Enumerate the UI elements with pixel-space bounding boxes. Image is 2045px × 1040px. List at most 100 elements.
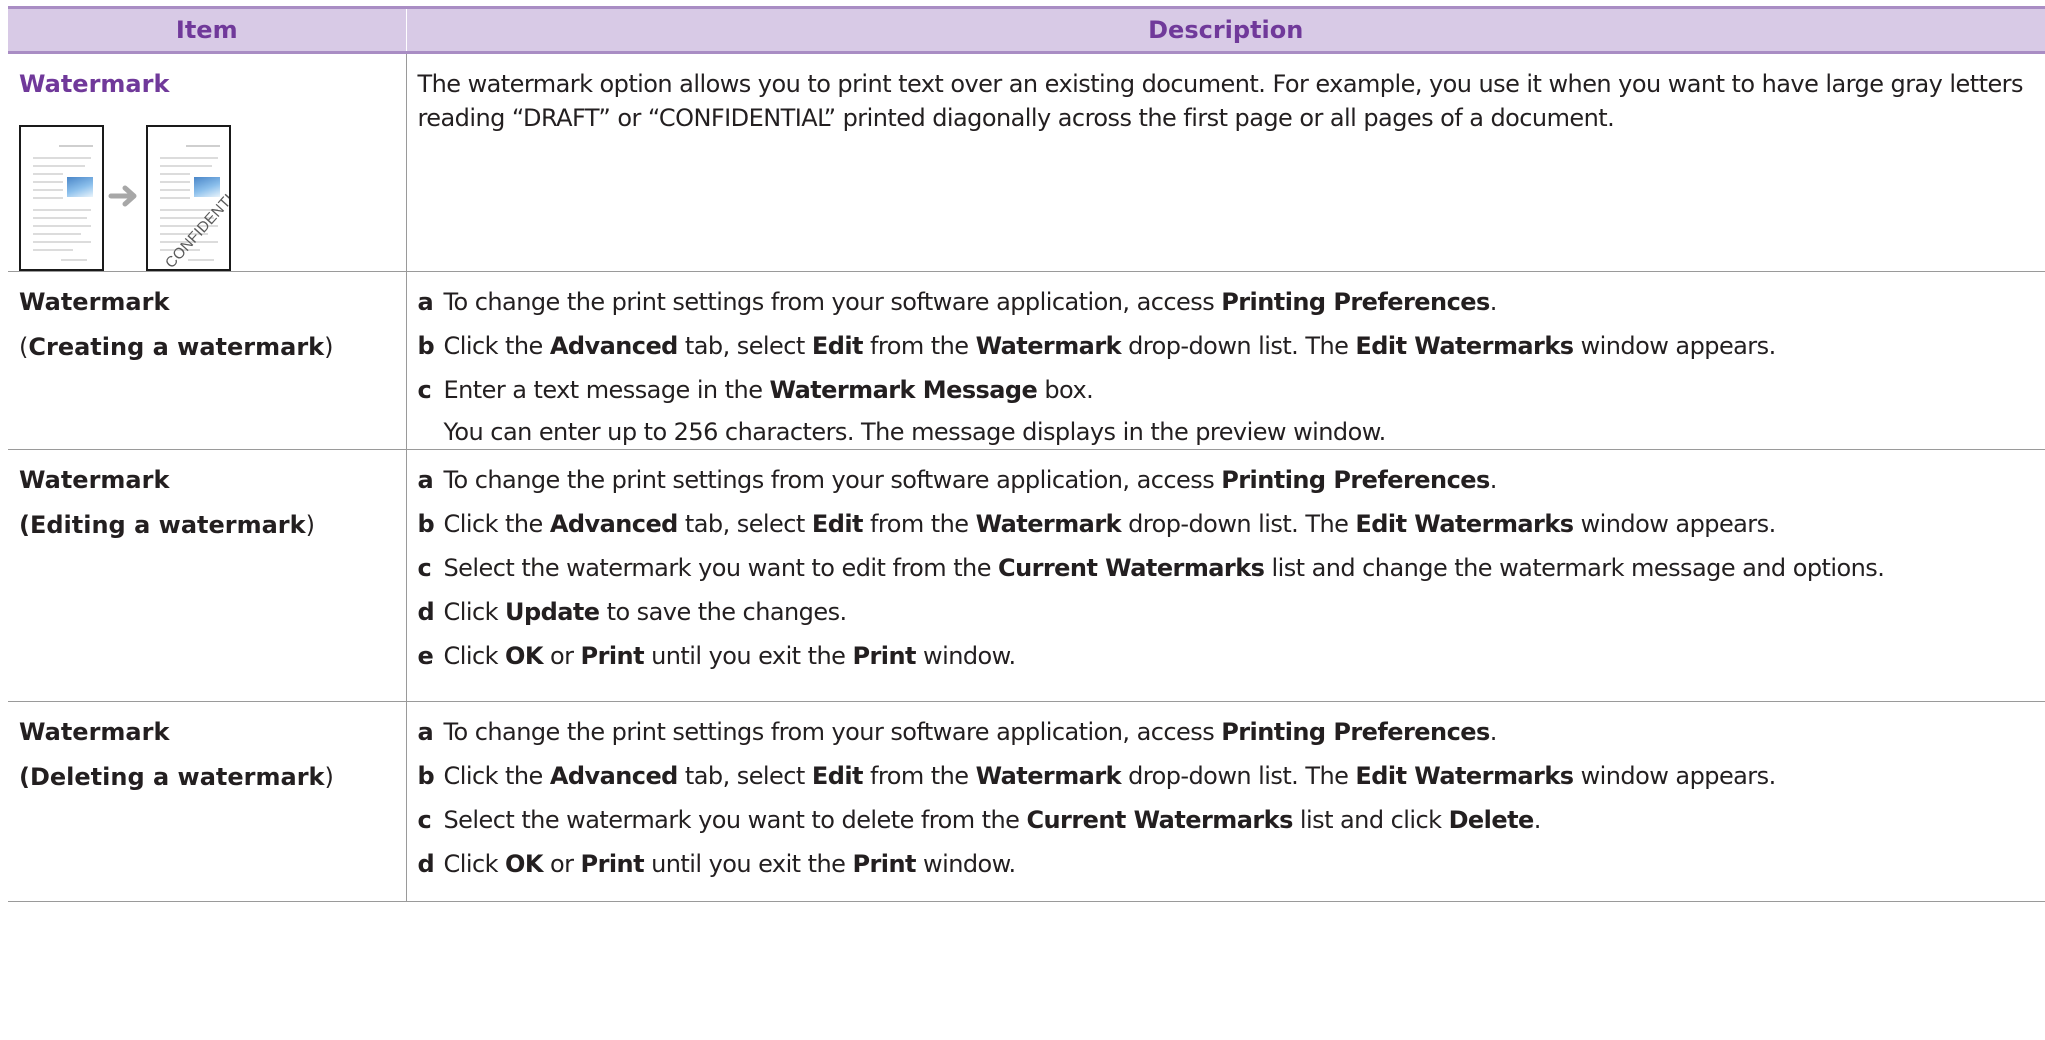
step-letter: a (417, 466, 434, 494)
step-text-run: Click the (443, 762, 550, 790)
arrow-right-icon (108, 185, 137, 207)
step-text-run: window appears. (1573, 332, 1777, 360)
item-title-editing: Watermark (19, 466, 170, 494)
step-text-run: list and click (1292, 806, 1449, 834)
step-text-run: Click (443, 598, 506, 626)
step-text: Click the Advanced tab, select Edit from… (444, 507, 2032, 541)
step-text: Click the Advanced tab, select Edit from… (444, 329, 2032, 363)
step-text: Click Update to save the changes. (444, 595, 2032, 629)
step-text-run: window appears. (1573, 510, 1777, 538)
step-text: To change the print settings from your s… (444, 463, 2032, 497)
step-text-run: or (542, 850, 581, 878)
step-emphasis: Watermark (975, 762, 1122, 790)
step-emphasis: Update (505, 598, 600, 626)
item-subtitle-editing: (Editing a watermark) (19, 508, 406, 542)
watermarked-page-image: CONFIDENTIAL (146, 125, 231, 271)
item-cell-intro: Watermark CONFIDENTIAL (8, 52, 407, 272)
step-text-run: Enter a text message in the (443, 376, 770, 404)
item-title-creating: Watermark (19, 288, 170, 316)
step-letter: b (417, 510, 435, 538)
step-text-run: . (1489, 288, 1498, 316)
step-text-run: or (542, 642, 581, 670)
step-text-run: until you exit the (644, 850, 853, 878)
step-text-run: drop-down list. The (1121, 510, 1356, 538)
step-emphasis: Print (580, 850, 645, 878)
step-item: d Click OK or Print until you exit the Pr… (418, 847, 2032, 881)
step-text: Click OK or Print until you exit the Pri… (444, 639, 2032, 673)
step-text-run: To change the print settings from your s… (443, 466, 1222, 494)
step-emphasis: Print (852, 850, 916, 878)
step-item: d Click Update to save the changes. (418, 595, 2032, 629)
step-emphasis: Current Watermarks (1026, 806, 1293, 834)
step-emphasis: Print (852, 642, 916, 670)
table-row-deleting: Watermark (Deleting a watermark) a To cha… (8, 701, 2045, 902)
item-subtitle-close: ) (305, 511, 315, 539)
original-page-image (19, 125, 104, 271)
step-text-run: . (1533, 806, 1542, 834)
step-note: You can enter up to 256 characters. The … (443, 418, 1387, 446)
item-cell-creating: Watermark (Creating a watermark) (8, 271, 407, 450)
step-text-run: Click the (443, 510, 550, 538)
table-row-editing: Watermark (Editing a watermark) a To chan… (8, 449, 2045, 702)
step-text-run: Select the watermark you want to delete … (443, 806, 1027, 834)
step-emphasis: OK (505, 850, 543, 878)
item-title-intro: Watermark (19, 70, 170, 98)
item-cell-deleting: Watermark (Deleting a watermark) (8, 701, 407, 902)
step-item: a To change the print settings from your … (418, 285, 2032, 319)
step-text-run: window. (915, 850, 1016, 878)
item-subtitle-creating: (Creating a watermark) (19, 330, 406, 364)
description-cell-creating: a To change the print settings from your … (406, 271, 2045, 450)
step-text-run: drop-down list. The (1121, 762, 1356, 790)
step-emphasis: Print (580, 642, 645, 670)
step-item: a To change the print settings from your … (418, 715, 2032, 749)
steps-list: a To change the print settings from your … (418, 463, 2032, 673)
step-emphasis: Edit (811, 762, 864, 790)
step-text: To change the print settings from your s… (444, 715, 2032, 749)
step-emphasis: Printing Preferences (1221, 718, 1490, 746)
step-item: e Click OK or Print until you exit the Pr… (418, 639, 2032, 673)
step-emphasis: Watermark Message (769, 376, 1038, 404)
step-item: c Select the watermark you want to edit f… (418, 551, 2032, 585)
header-row: Item Description (8, 6, 2045, 54)
step-emphasis: Watermark (975, 332, 1122, 360)
step-emphasis: Printing Preferences (1221, 288, 1490, 316)
step-letter: a (417, 288, 434, 316)
steps-list: a To change the print settings from your … (418, 715, 2032, 881)
step-emphasis: Edit (811, 510, 864, 538)
step-item: c Enter a text message in the Watermark M… (418, 373, 2032, 407)
step-item: a To change the print settings from your … (418, 463, 2032, 497)
step-emphasis: Edit Watermarks (1355, 332, 1574, 360)
step-text-run: box. (1037, 376, 1094, 404)
step-text-run: from the (862, 510, 976, 538)
intro-description: The watermark option allows you to print… (417, 70, 2024, 132)
header-item: Item (8, 6, 406, 54)
step-text-run: window. (915, 642, 1016, 670)
step-text-run: to save the changes. (599, 598, 848, 626)
table-row-intro: Watermark CONFIDENTIAL The watermark opt… (8, 52, 2045, 272)
step-text-run: To change the print settings from your s… (443, 288, 1222, 316)
step-text-run: tab, select (677, 510, 812, 538)
step-emphasis: Printing Preferences (1221, 466, 1490, 494)
step-text-run: tab, select (677, 332, 812, 360)
step-emphasis: Delete (1448, 806, 1535, 834)
step-text: Click the Advanced tab, select Edit from… (444, 759, 2032, 793)
step-text-run: window appears. (1573, 762, 1777, 790)
step-text-run: Click (443, 642, 506, 670)
step-text-run: from the (862, 332, 976, 360)
watermark-table: Item Description Watermark CONFIDENTIAL … (8, 6, 2045, 902)
step-text: Select the watermark you want to delete … (444, 803, 2032, 837)
item-subtitle-close: ) (324, 763, 334, 791)
table-header: Item Description (8, 6, 2045, 54)
step-emphasis: Edit Watermarks (1355, 510, 1574, 538)
description-cell-editing: a To change the print settings from your … (406, 449, 2045, 702)
step-text-run: tab, select (677, 762, 812, 790)
step-text-run: until you exit the (644, 642, 853, 670)
step-emphasis: Advanced (549, 332, 679, 360)
step-item: b Click the Advanced tab, select Edit fro… (418, 329, 2032, 363)
step-text-run: from the (862, 762, 976, 790)
step-text-run: . (1489, 466, 1498, 494)
step-item: b Click the Advanced tab, select Edit fro… (418, 507, 2032, 541)
step-letter: e (417, 642, 434, 670)
step-emphasis: Current Watermarks (998, 554, 1265, 582)
step-letter: d (417, 598, 435, 626)
